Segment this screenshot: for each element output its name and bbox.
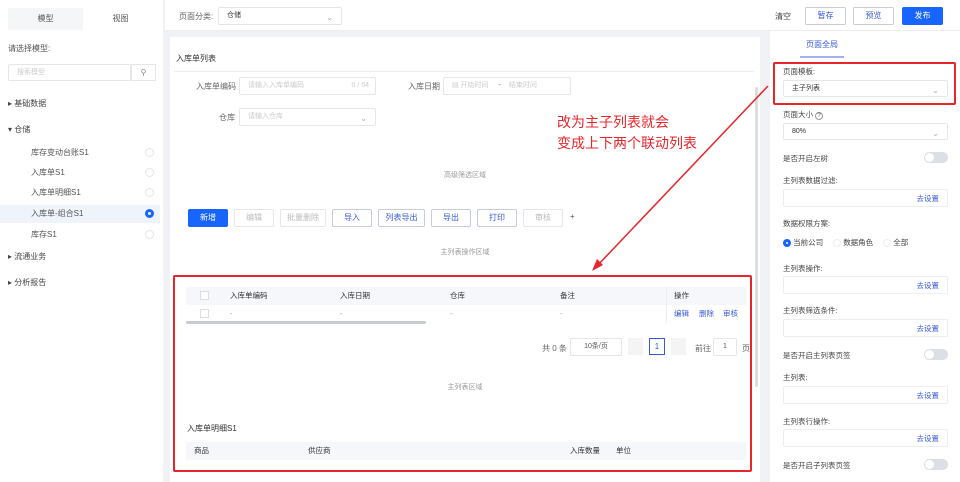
annotation-line: 变成上下两个联动列表	[557, 135, 697, 151]
annotation-line: 改为主子列表就会	[557, 114, 669, 130]
annotation-arrow	[592, 85, 769, 271]
annotation-text: 改为主子列表就会 变成上下两个联动列表	[557, 112, 697, 154]
